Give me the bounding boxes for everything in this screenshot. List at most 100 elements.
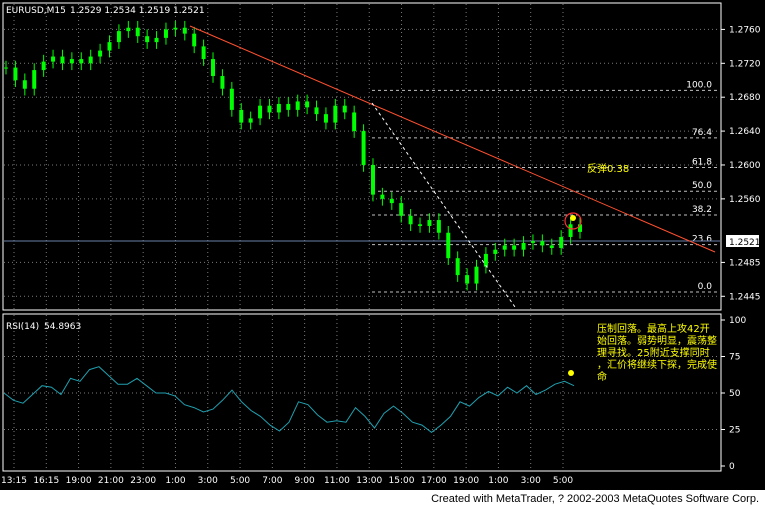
candle-body <box>201 46 206 60</box>
rsi-tick-label: 25 <box>729 426 740 436</box>
time-tick-label: 7:00 <box>262 476 282 486</box>
fibonacci-retracement: 100.076.461.850.038.223.60.0 <box>372 80 718 293</box>
rsi-line <box>3 366 575 434</box>
rsi-tick-label: 50 <box>729 389 741 399</box>
candle-body <box>333 105 338 123</box>
time-tick-label: 3:00 <box>198 476 218 486</box>
candle-body <box>163 29 168 38</box>
candle-body <box>276 103 281 113</box>
candle-body <box>51 56 56 62</box>
candle-body <box>145 36 150 43</box>
candle-body <box>361 131 366 165</box>
candle-body <box>352 112 357 132</box>
candle-body <box>13 67 18 81</box>
candle-body <box>549 245 554 248</box>
candle-body <box>418 224 423 226</box>
price-tick-label: 1.2600 <box>729 161 761 171</box>
rsi-marker-dot <box>568 370 574 376</box>
price-tick-label: 1.2485 <box>729 258 761 268</box>
candle-body <box>88 56 93 64</box>
candle-body <box>474 266 479 284</box>
time-tick-label: 11:00 <box>324 476 350 486</box>
candle-body <box>512 245 517 250</box>
footer: Created with MetaTrader, ? 2002-2003 Met… <box>0 490 765 509</box>
time-tick-label: 15:00 <box>389 476 415 486</box>
candle-body <box>305 101 310 108</box>
candle-body <box>521 242 526 250</box>
candle-body <box>229 88 234 110</box>
candle-body <box>399 203 404 216</box>
candle-body <box>135 27 140 37</box>
time-tick-label: 19:00 <box>66 476 92 486</box>
candle-body <box>173 27 178 30</box>
rebound-annotation: 反弹0.38 <box>587 162 629 175</box>
rsi-tick-label: 100 <box>729 316 746 326</box>
candle-body <box>286 103 291 110</box>
candle-body <box>342 105 347 113</box>
fib-level-label: 0.0 <box>698 282 713 292</box>
footer-credit: Created with MetaTrader, ? 2002-2003 Met… <box>431 493 759 505</box>
candle-body <box>483 253 488 267</box>
projection-dashed-line <box>371 102 516 308</box>
time-tick-label: 5:00 <box>230 476 250 486</box>
price-tick-label: 1.2680 <box>729 93 761 103</box>
price-tick-label: 1.2720 <box>729 59 761 69</box>
time-tick-label: 9:00 <box>295 476 315 486</box>
candle-body <box>69 59 74 64</box>
chart-canvas: 100.076.461.850.038.223.60.0 1.27601.272… <box>1 2 761 486</box>
candle-body <box>427 220 432 226</box>
time-tick-label: 17:00 <box>421 476 447 486</box>
price-tick-label: 1.2560 <box>729 195 761 205</box>
candle-body <box>370 164 375 195</box>
candle-body <box>465 275 470 284</box>
time-tick-label: 13:00 <box>356 476 382 486</box>
price-candles <box>4 20 582 291</box>
candle-body <box>323 114 328 123</box>
candle-body <box>267 105 272 113</box>
time-tick-label: 23:00 <box>130 476 156 486</box>
candle-body <box>22 80 27 89</box>
price-axis: 1.2760 1.2720 1.2680 1.2640 1.2600 1.2560 1.24… <box>721 25 761 302</box>
candle-body <box>116 31 121 43</box>
time-tick-label: 19:00 <box>453 476 479 486</box>
candle-body <box>295 101 300 110</box>
fib-level-label: 100.0 <box>686 80 712 90</box>
candle-body <box>126 27 131 32</box>
candle-body <box>60 56 65 64</box>
fib-level-label: 76.4 <box>692 128 712 138</box>
current-price-label: 1.2521 <box>729 238 761 248</box>
candle-body <box>380 194 385 199</box>
rsi-annotation: 压制回落。最高上攻42开始回落。弱势明显，震荡整理寻找。25附近支撑同时，汇价将… <box>597 322 717 383</box>
candle-body <box>408 215 413 225</box>
price-tick-label: 1.2760 <box>729 25 761 35</box>
candle-body <box>79 59 84 64</box>
rsi-axis: 100 75 50 25 0 <box>721 316 746 472</box>
candle-body <box>154 37 159 43</box>
candle-body <box>455 258 460 276</box>
candle-body <box>502 245 507 250</box>
candle-body <box>540 241 545 246</box>
candle-body <box>4 67 8 69</box>
candle-body <box>211 59 216 77</box>
candle-body <box>248 118 253 123</box>
candle-body <box>192 33 197 47</box>
time-tick-label: 3:00 <box>521 476 541 486</box>
rsi-tick-label: 75 <box>729 353 740 363</box>
fib-level-label: 61.8 <box>692 158 712 168</box>
time-tick-label: 5:00 <box>553 476 573 486</box>
candle-body <box>32 70 37 89</box>
candle-body <box>220 76 225 89</box>
time-tick-label: 21:00 <box>98 476 124 486</box>
candle-body <box>568 224 573 237</box>
candle-body <box>41 61 46 71</box>
price-tick-label: 1.2445 <box>729 292 761 302</box>
price-tick-label: 1.2640 <box>729 127 761 137</box>
candle-body <box>436 220 441 233</box>
candle-body <box>389 198 394 204</box>
price-marker-dot <box>570 215 576 221</box>
chart-ohlc: 1.2529 1.2534 1.2519 1.2521 <box>70 6 205 16</box>
candle-body <box>98 50 103 57</box>
candle-body <box>314 107 319 115</box>
time-tick-label: 13:15 <box>1 476 27 486</box>
time-tick-label: 16:15 <box>33 476 59 486</box>
